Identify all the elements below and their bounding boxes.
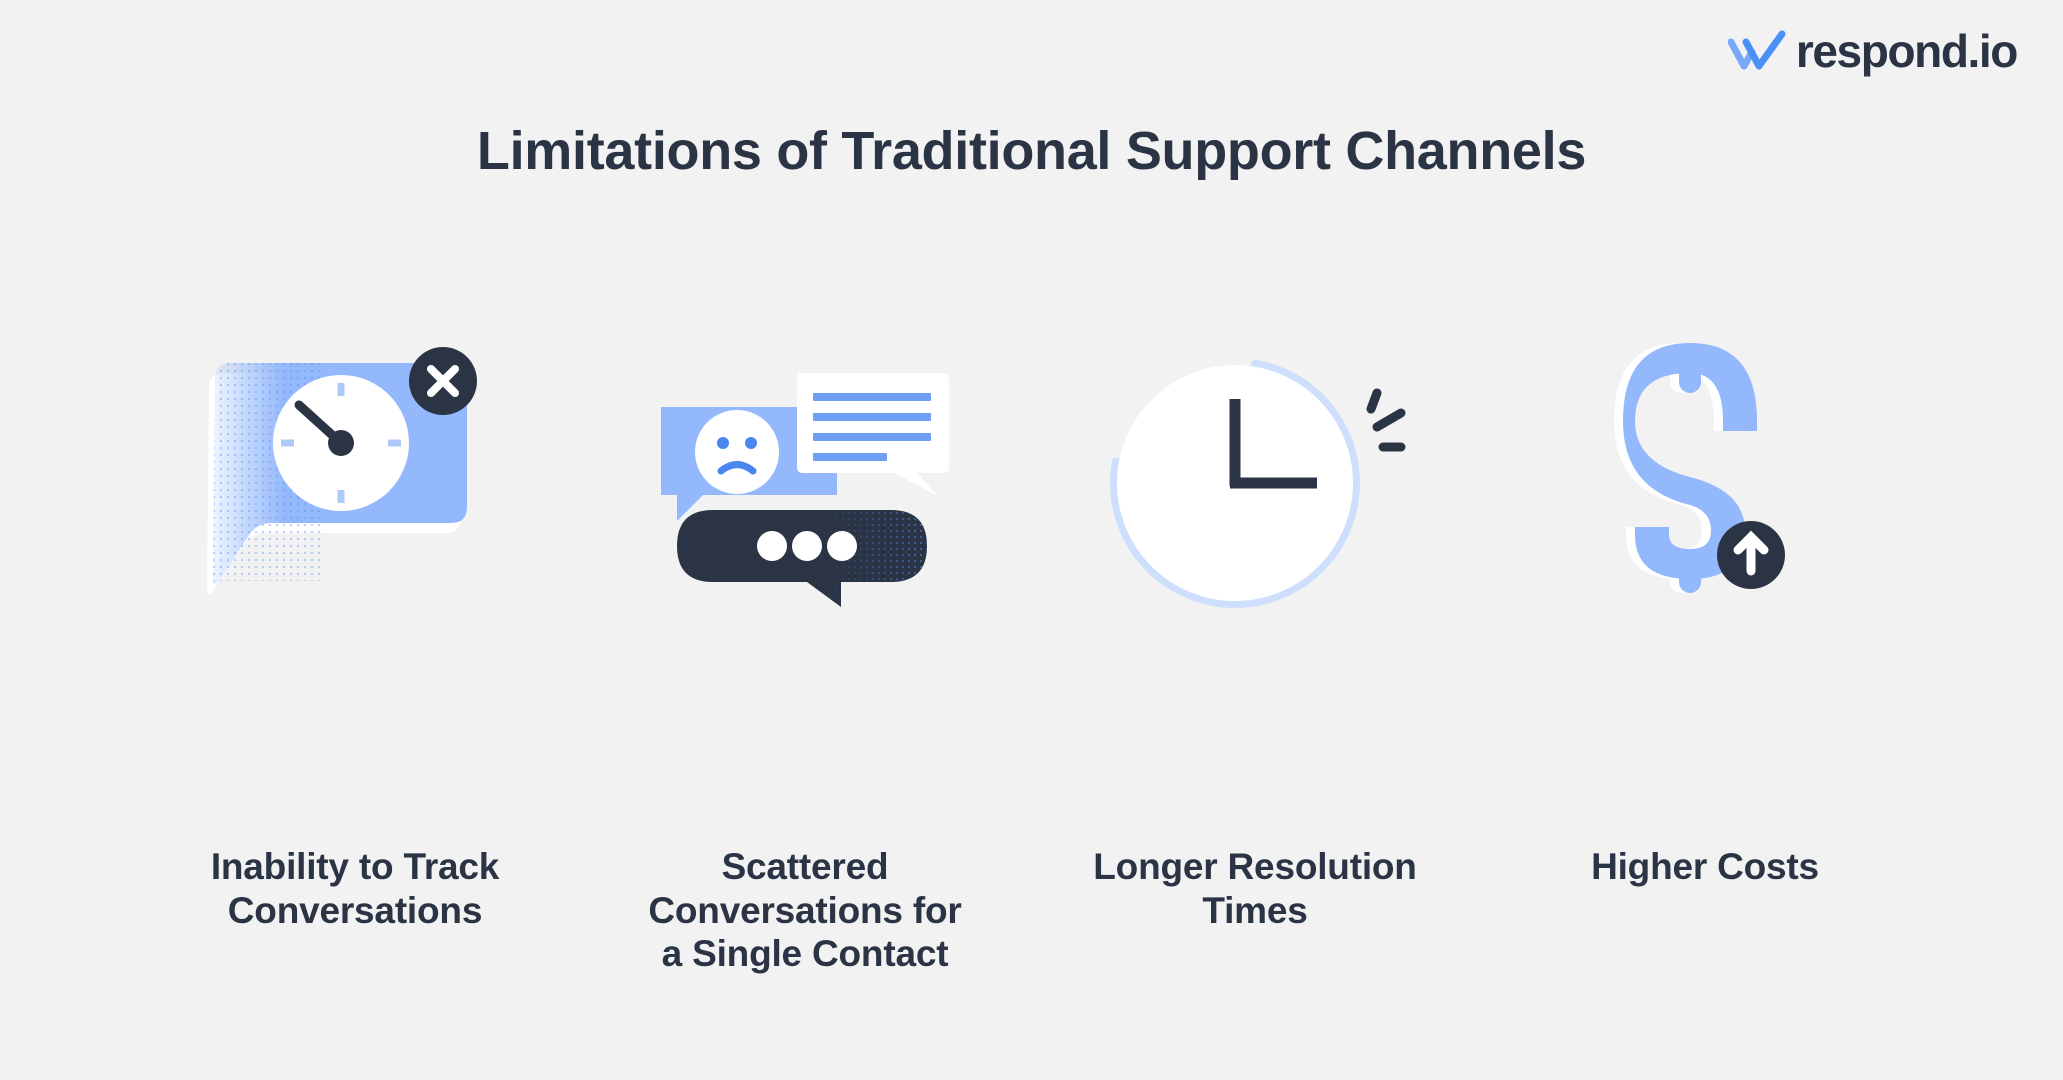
limitation-label-2: Scattered Conversations for a Single Con…	[648, 846, 962, 975]
speech-bubble-clock-x-icon	[130, 347, 580, 655]
limitation-label-1: Inability to Track Conversations	[210, 846, 500, 931]
brand-logo[interactable]: respond.io	[1727, 25, 2019, 77]
limitation-item-1: Inability to Track Conversations	[130, 347, 580, 932]
page-title: Limitations of Traditional Support Chann…	[476, 121, 1587, 181]
brand-name: respond.io	[1795, 25, 2019, 77]
limitation-item-4: Higher Costs	[1480, 343, 1930, 889]
limitation-item-3: Longer Resolution Times	[1030, 355, 1480, 932]
scattered-chat-bubbles-icon	[580, 355, 1030, 655]
dollar-sign-rising-icon	[1480, 343, 1930, 655]
limitation-label-3: Longer Resolution Times	[1093, 846, 1417, 931]
double-check-icon	[1727, 28, 1786, 74]
limitation-label-4: Higher Costs	[1591, 846, 1819, 887]
limitation-item-2: Scattered Conversations for a Single Con…	[580, 355, 1030, 976]
alarm-clock-icon	[1030, 355, 1480, 655]
limitations-grid: Inability to Track Conversations Scatter…	[130, 343, 1930, 976]
